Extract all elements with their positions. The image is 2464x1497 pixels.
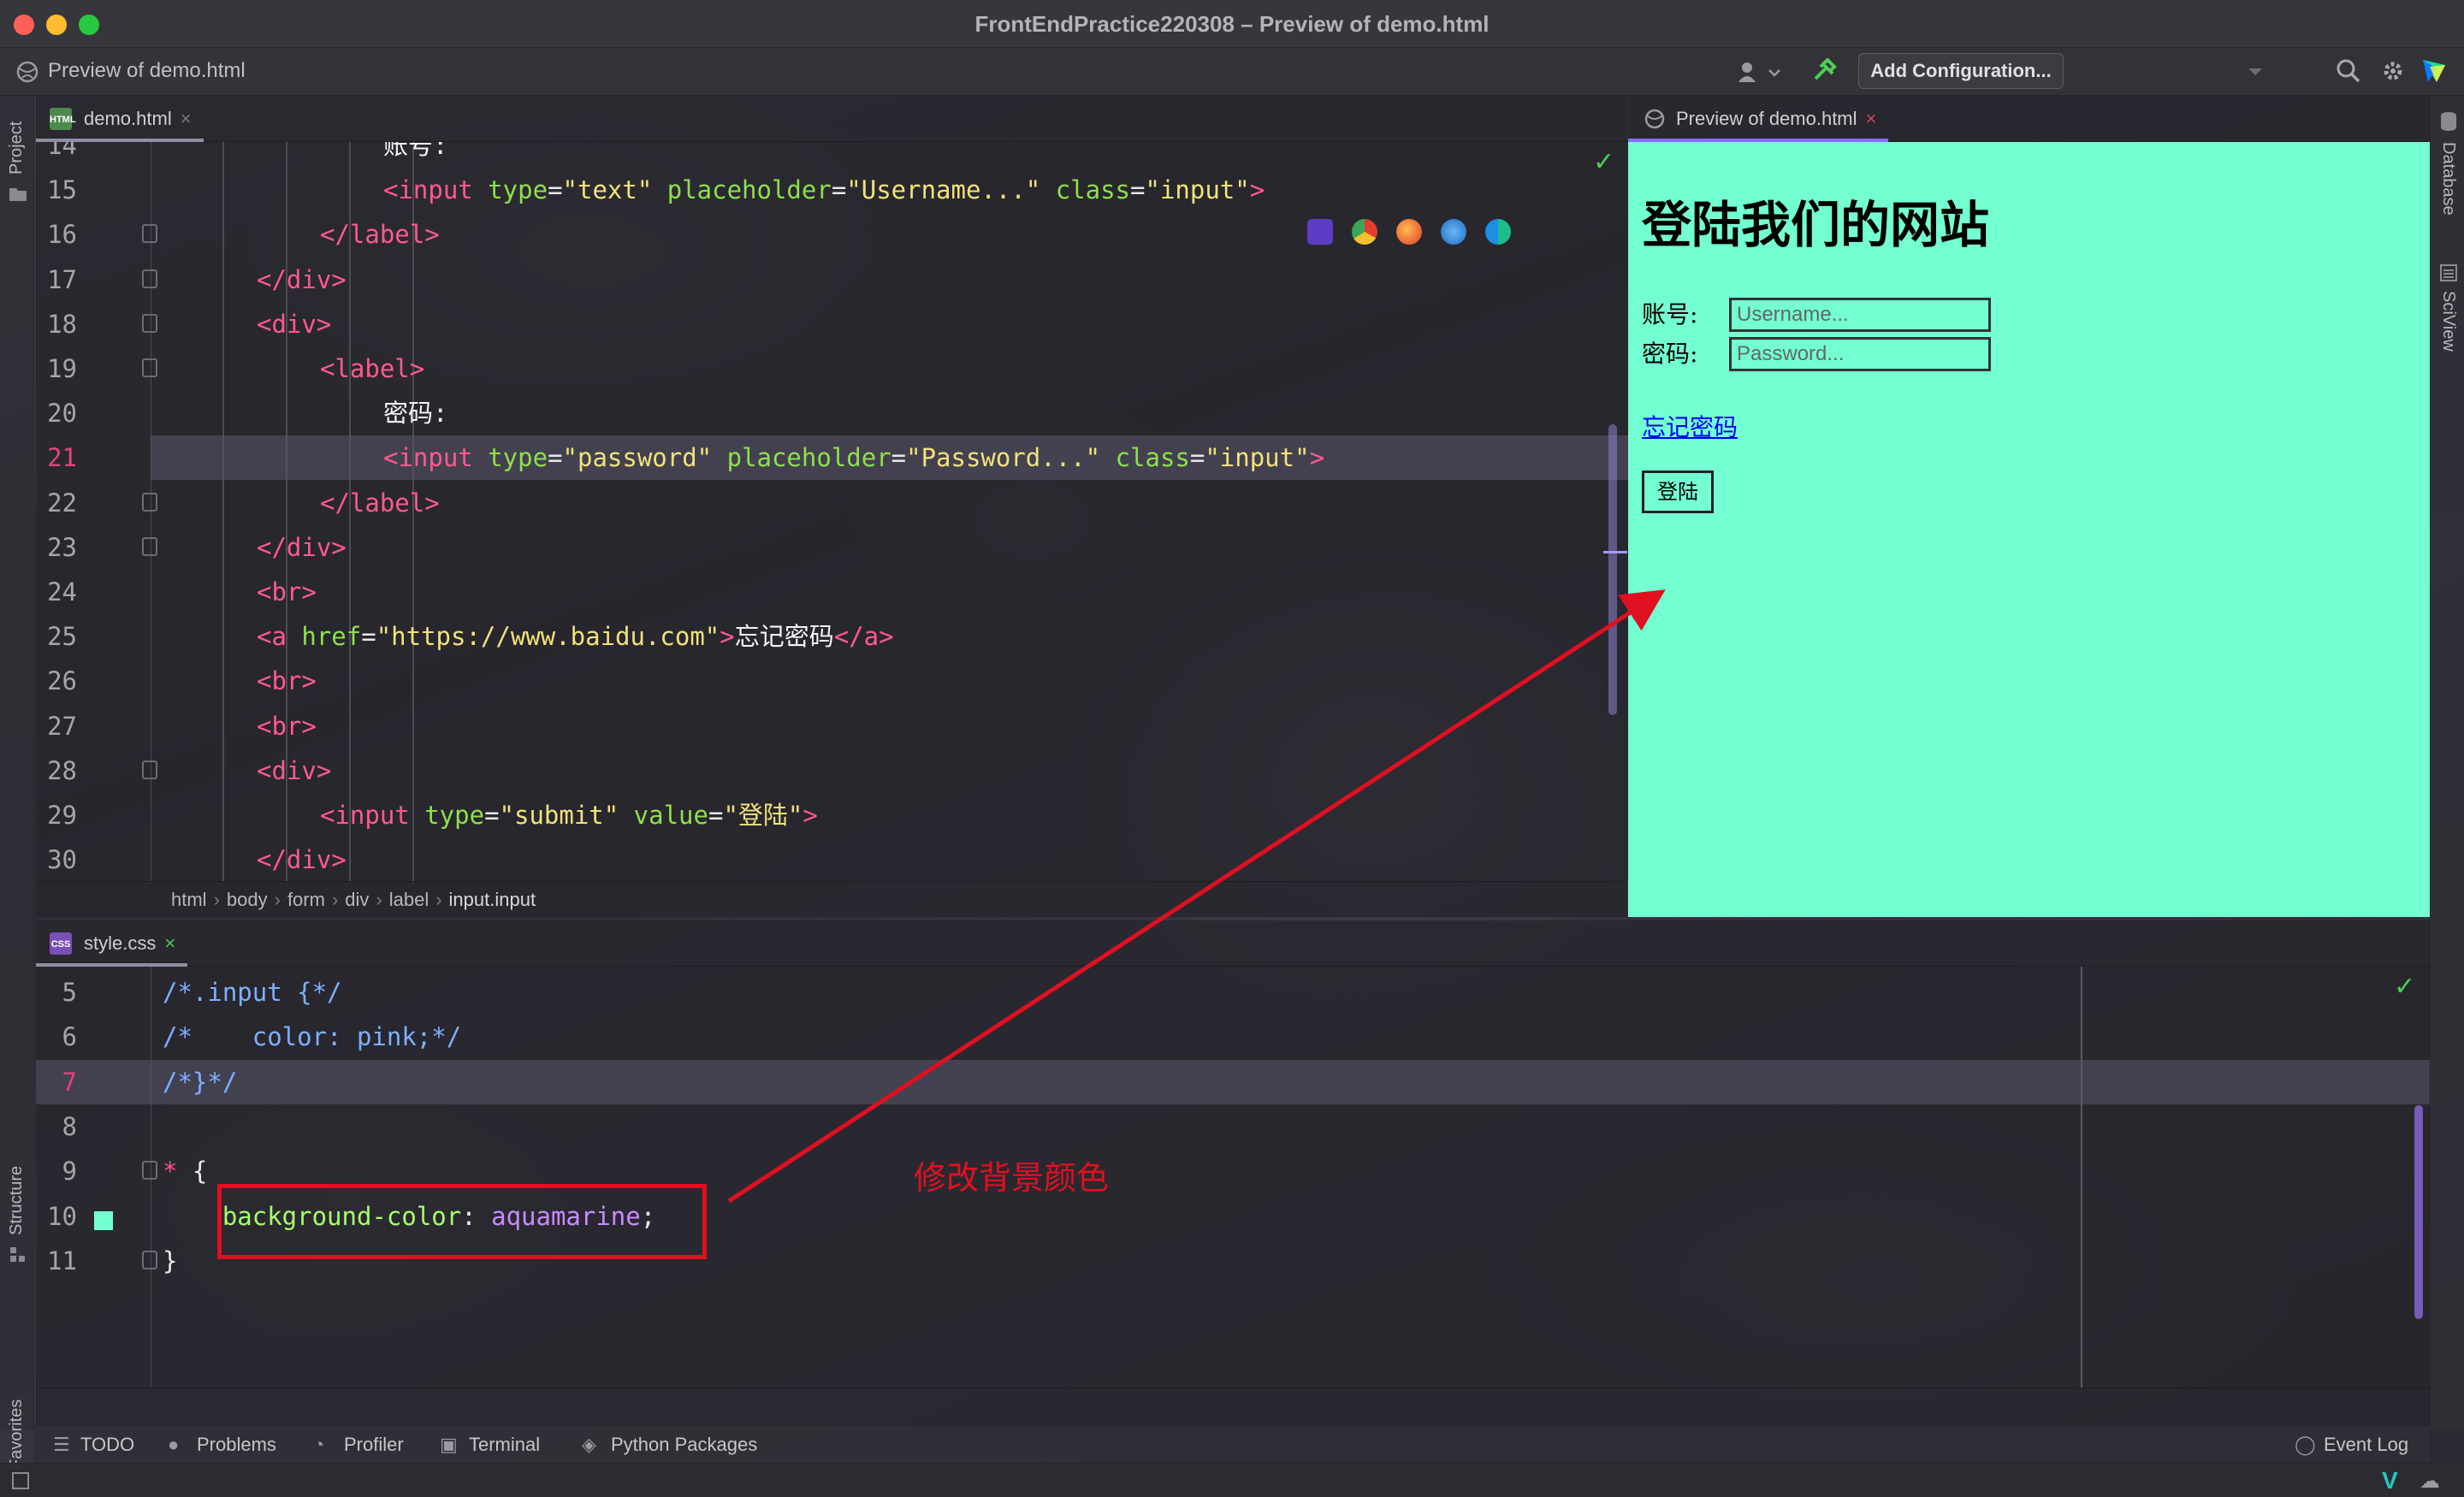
vcs-check-icon[interactable]: V [2382,1467,2398,1494]
tool-window-bar: ☰ TODO ● Problems ◔ Profiler ▣ Terminal … [34,1425,2430,1463]
problems-icon: ● [168,1434,180,1455]
event-log-tool-button[interactable]: Event Log [2324,1426,2408,1464]
problems-tool-button[interactable]: Problems [197,1426,276,1464]
terminal-icon: ▣ [440,1434,458,1455]
power-save-icon[interactable]: ☁ [2420,1469,2440,1494]
layout-toggle-icon[interactable] [12,1472,29,1489]
profiler-icon: ◔ [313,1434,325,1455]
event-log-icon: ◯ [2295,1434,2316,1455]
terminal-tool-button[interactable]: Terminal [469,1426,540,1464]
packages-icon: ◈ [582,1434,596,1455]
list-icon: ☰ [53,1434,70,1455]
profiler-tool-button[interactable]: Profiler [344,1426,404,1464]
python-packages-tool-button[interactable]: Python Packages [611,1426,757,1464]
status-bar: V ☁ [0,1463,2464,1497]
annotation-arrow [727,589,1666,1204]
todo-tool-button[interactable]: TODO [80,1426,134,1464]
